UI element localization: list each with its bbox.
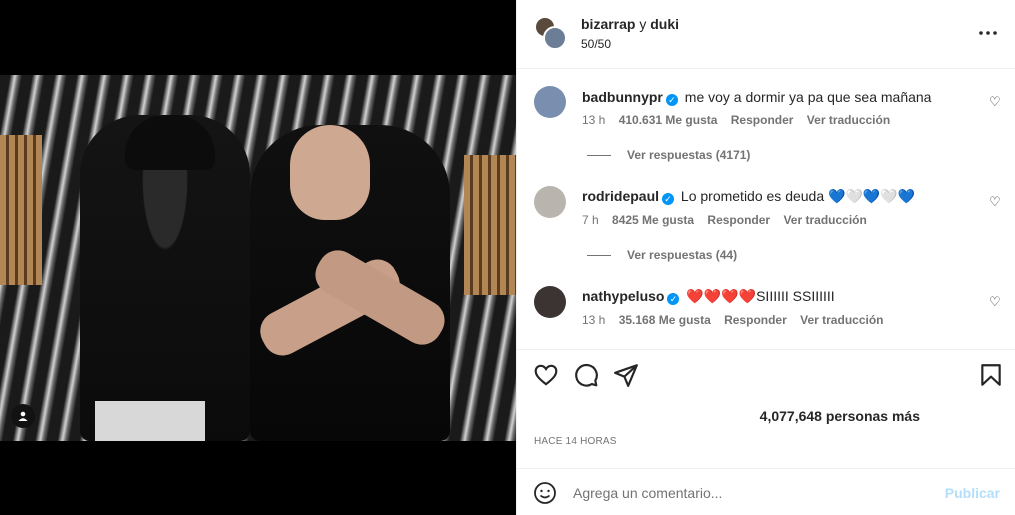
pants bbox=[95, 401, 205, 441]
comment-likes[interactable]: 35.168 Me gusta bbox=[619, 313, 711, 327]
divider-line bbox=[587, 255, 611, 257]
post-photo[interactable] bbox=[0, 75, 516, 441]
verified-badge-icon: ✓ bbox=[662, 193, 675, 205]
post-header: bizarrap y duki 50/50 bbox=[517, 0, 1015, 69]
avatar[interactable] bbox=[534, 286, 566, 318]
comment-time[interactable]: 7 h bbox=[582, 213, 599, 227]
comment-meta: 13 h 35.168 Me gusta Responder Ver tradu… bbox=[582, 313, 894, 327]
emoji-button[interactable] bbox=[533, 481, 557, 505]
comment-meta: 7 h 8425 Me gusta Responder Ver traducci… bbox=[582, 213, 877, 227]
cap bbox=[125, 115, 215, 170]
emoji-icon bbox=[534, 482, 556, 504]
wall-panel-left bbox=[0, 135, 42, 285]
translate-button[interactable]: Ver traducción bbox=[783, 213, 866, 227]
post-time[interactable]: HACE 14 HORAS bbox=[534, 436, 617, 447]
comment-time[interactable]: 13 h bbox=[582, 313, 605, 327]
person-icon bbox=[18, 411, 28, 421]
reply-button[interactable]: Responder bbox=[707, 213, 770, 227]
share-button[interactable] bbox=[613, 362, 641, 390]
tagged-users-button[interactable] bbox=[11, 404, 35, 428]
instagram-post-view: bizarrap y duki 50/50 badbunnypr ✓ me voy… bbox=[0, 0, 1015, 515]
comment-button[interactable] bbox=[573, 362, 601, 390]
avatar[interactable] bbox=[534, 86, 566, 118]
audio-counter: 50/50 bbox=[581, 37, 612, 51]
comment-time[interactable]: 13 h bbox=[582, 113, 605, 127]
heart-icon bbox=[534, 364, 558, 386]
verified-badge-icon: ✓ bbox=[667, 293, 680, 305]
authors-conjunction: y bbox=[639, 16, 647, 32]
send-icon bbox=[614, 364, 638, 387]
comment-text: ❤️❤️❤️❤️SIIIIII SSIIIIII bbox=[686, 288, 835, 304]
comment-body: badbunnypr ✓ me voy a dormir ya pa que se… bbox=[582, 89, 931, 106]
reply-button[interactable]: Responder bbox=[731, 113, 794, 127]
post-authors: bizarrap y duki bbox=[581, 16, 679, 32]
person-right bbox=[250, 125, 452, 441]
bookmark-icon bbox=[981, 364, 1001, 386]
comment-username[interactable]: badbunnypr bbox=[582, 89, 663, 105]
translate-button[interactable]: Ver traducción bbox=[807, 113, 890, 127]
view-replies-label: Ver respuestas (4171) bbox=[627, 148, 751, 162]
comment-text: me voy a dormir ya pa que sea mañana bbox=[684, 89, 932, 105]
author-link-duki[interactable]: duki bbox=[650, 16, 679, 32]
comment-composer: Publicar bbox=[517, 468, 1015, 515]
comment-like-button[interactable]: ♡ bbox=[989, 294, 1001, 310]
view-replies-label: Ver respuestas (44) bbox=[627, 248, 738, 262]
comment-body: rodridepaul ✓ Lo prometido es deuda 💙🤍💙🤍💙 bbox=[582, 188, 915, 205]
avatar[interactable] bbox=[534, 186, 566, 218]
divider-line bbox=[587, 155, 611, 157]
likes-count[interactable]: 4,077,648 personas más bbox=[760, 408, 920, 424]
author-link-bizarrap[interactable]: bizarrap bbox=[581, 16, 635, 32]
avatar[interactable] bbox=[543, 26, 567, 50]
comments-list[interactable]: badbunnypr ✓ me voy a dormir ya pa que se… bbox=[517, 70, 1015, 348]
comment-like-button[interactable]: ♡ bbox=[989, 194, 1001, 210]
view-replies-button[interactable]: Ver respuestas (4171) bbox=[587, 148, 750, 162]
comment-likes[interactable]: 8425 Me gusta bbox=[612, 213, 694, 227]
collab-avatars[interactable] bbox=[534, 16, 568, 50]
comment-input[interactable] bbox=[573, 483, 933, 503]
more-options-button[interactable] bbox=[978, 23, 998, 37]
face bbox=[290, 125, 370, 220]
like-button[interactable] bbox=[533, 362, 561, 390]
post-media-area bbox=[0, 0, 516, 515]
publish-button[interactable]: Publicar bbox=[945, 485, 1000, 501]
comment-likes[interactable]: 410.631 Me gusta bbox=[619, 113, 718, 127]
person-left bbox=[80, 115, 250, 441]
comment-username[interactable]: rodridepaul bbox=[582, 188, 659, 204]
post-side-panel: bizarrap y duki 50/50 badbunnypr ✓ me voy… bbox=[516, 0, 1015, 515]
comment-body: nathypeluso ✓ ❤️❤️❤️❤️SIIIIII SSIIIIII bbox=[582, 288, 835, 305]
comment-icon bbox=[575, 363, 598, 387]
view-replies-button[interactable]: Ver respuestas (44) bbox=[587, 248, 737, 262]
verified-badge-icon: ✓ bbox=[665, 94, 678, 106]
translate-button[interactable]: Ver traducción bbox=[800, 313, 883, 327]
actions-divider bbox=[517, 349, 1015, 350]
comment-like-button[interactable]: ♡ bbox=[989, 94, 1001, 110]
reply-button[interactable]: Responder bbox=[724, 313, 787, 327]
comment-meta: 13 h 410.631 Me gusta Responder Ver trad… bbox=[582, 113, 900, 127]
save-button[interactable] bbox=[978, 362, 1006, 390]
more-horizontal-icon bbox=[979, 31, 997, 35]
comment-text: Lo prometido es deuda 💙🤍💙🤍💙 bbox=[680, 188, 916, 204]
wall-panel-right bbox=[464, 155, 516, 295]
comment-username[interactable]: nathypeluso bbox=[582, 288, 664, 304]
